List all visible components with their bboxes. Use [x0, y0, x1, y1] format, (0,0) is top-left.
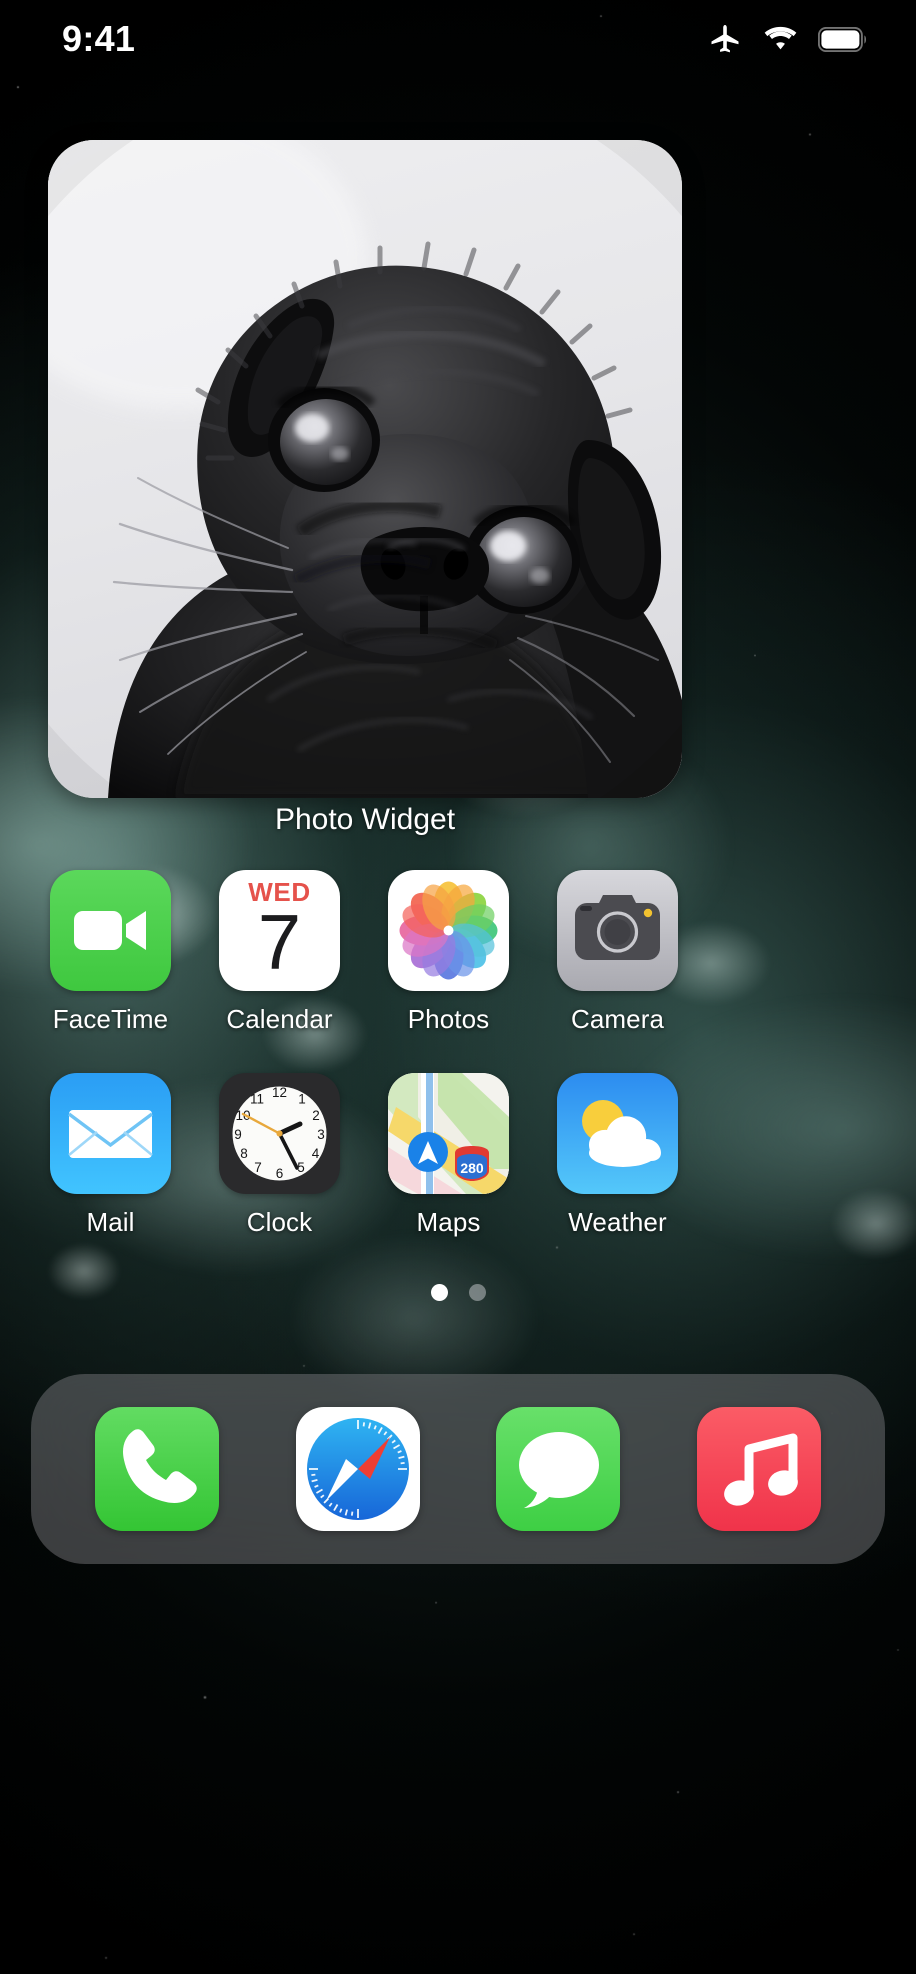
- widget-photo-pug: [48, 140, 682, 798]
- app-facetime[interactable]: FaceTime: [50, 870, 171, 1035]
- app-label-mail: Mail: [86, 1207, 135, 1237]
- svg-text:11: 11: [250, 1092, 264, 1107]
- app-grid: FaceTime WED 7 Calendar Photos Camera Ma…: [0, 870, 916, 1276]
- wifi-icon: [762, 25, 799, 53]
- app-clock[interactable]: 12 1 2 3 4 5 6 7 8 9 10 11 Clock: [219, 1073, 340, 1238]
- svg-text:2: 2: [312, 1108, 320, 1123]
- app-label-clock: Clock: [246, 1207, 313, 1237]
- page-dot-2[interactable]: [468, 1284, 486, 1301]
- facetime-icon[interactable]: [50, 870, 171, 991]
- dock: [31, 1374, 885, 1564]
- app-maps[interactable]: 280 Maps: [388, 1073, 509, 1238]
- airplane-mode-icon: [707, 21, 743, 57]
- status-bar-clock: 9:41: [62, 18, 136, 59]
- widget-label: Photo Widget: [274, 803, 456, 836]
- music-icon[interactable]: [696, 1407, 821, 1531]
- page-dot-1[interactable]: [430, 1284, 448, 1301]
- app-mail[interactable]: Mail: [50, 1073, 171, 1238]
- app-row-1: FaceTime WED 7 Calendar Photos Camera: [0, 870, 916, 1035]
- safari-icon[interactable]: [295, 1407, 420, 1531]
- maps-icon[interactable]: 280: [388, 1073, 509, 1194]
- battery-icon: [818, 26, 868, 52]
- app-weather[interactable]: Weather: [557, 1073, 678, 1238]
- maps-route-badge: 280: [460, 1160, 484, 1176]
- camera-icon[interactable]: [557, 870, 678, 991]
- app-label-calendar: Calendar: [226, 1004, 333, 1034]
- photos-icon[interactable]: [388, 870, 509, 991]
- svg-text:7: 7: [254, 1160, 262, 1175]
- phone-icon[interactable]: [95, 1407, 220, 1531]
- clock-icon[interactable]: 12 1 2 3 4 5 6 7 8 9 10 11: [219, 1073, 340, 1194]
- app-row-2: Mail 12 1 2 3 4 5 6 7 8 9 10 11 Clock 28…: [0, 1073, 916, 1238]
- svg-text:6: 6: [276, 1166, 284, 1181]
- app-label-maps: Maps: [416, 1207, 481, 1237]
- weather-icon[interactable]: [557, 1073, 678, 1194]
- messages-icon[interactable]: [496, 1407, 621, 1531]
- svg-text:1: 1: [298, 1092, 306, 1107]
- mail-icon[interactable]: [50, 1073, 171, 1194]
- calendar-icon[interactable]: WED 7: [219, 870, 340, 991]
- svg-text:12: 12: [272, 1085, 287, 1100]
- svg-text:3: 3: [317, 1127, 325, 1142]
- app-label-weather: Weather: [568, 1207, 667, 1237]
- app-calendar[interactable]: WED 7 Calendar: [219, 870, 340, 1035]
- svg-text:9: 9: [234, 1127, 242, 1142]
- calendar-day: 7: [257, 898, 302, 986]
- app-label-facetime: FaceTime: [52, 1004, 169, 1034]
- svg-text:8: 8: [240, 1146, 248, 1161]
- app-photos[interactable]: Photos: [388, 870, 509, 1035]
- svg-text:4: 4: [312, 1146, 320, 1161]
- page-indicator[interactable]: [0, 1284, 916, 1301]
- status-bar: 9:41: [0, 0, 916, 78]
- app-camera[interactable]: Camera: [557, 870, 678, 1035]
- status-bar-icons: [707, 21, 868, 57]
- app-label-camera: Camera: [570, 1004, 665, 1034]
- photo-widget[interactable]: [48, 140, 682, 798]
- app-label-photos: Photos: [407, 1004, 490, 1034]
